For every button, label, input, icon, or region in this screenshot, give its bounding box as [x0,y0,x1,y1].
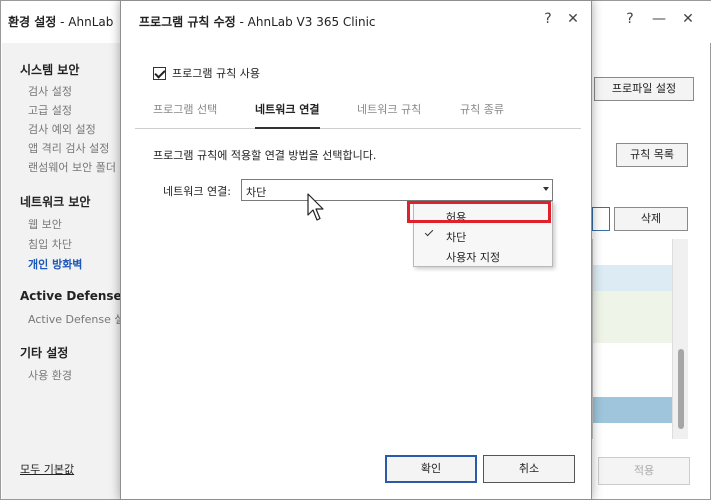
tab-rule-type[interactable]: 규칙 종류 [460,101,504,129]
apply-button[interactable]: 적용 [598,457,690,485]
tab-program-select[interactable]: 프로그램 선택 [153,101,217,129]
chevron-down-icon[interactable] [543,187,549,191]
sidebar-item-advanced-settings[interactable]: 고급 설정 [28,102,72,118]
sidebar-heading-active-defense: Active Defense [20,289,122,303]
dropdown-option-custom[interactable]: 사용자 지정 [414,245,552,265]
edit-program-rule-dialog: 프로그램 규칙 수정 - AhnLab V3 365 Clinic ? ✕ 프로… [120,0,592,500]
profile-settings-button[interactable]: 프로파일 설정 [594,77,694,101]
sidebar-item-personal-firewall[interactable]: 개인 방화벽 [28,256,82,272]
network-connection-select[interactable]: 차단 [241,179,553,201]
table-row[interactable] [593,317,673,343]
sidebar-heading-network-security: 네트워크 보안 [20,195,91,209]
help-icon[interactable]: ? [620,11,640,27]
sidebar-heading-other-settings: 기타 설정 [20,346,69,360]
table-row-selected[interactable] [593,397,673,423]
sidebar-item-scan-settings[interactable]: 검사 설정 [28,83,72,99]
annotation-highlight-box [407,201,551,223]
dialog-title: 프로그램 규칙 수정 - AhnLab V3 365 Clinic [139,15,376,29]
scrollbar-thumb[interactable] [678,349,684,429]
close-icon[interactable]: ✕ [564,11,582,27]
minimize-icon[interactable]: — [649,11,669,27]
rule-list[interactable] [592,239,673,439]
use-program-rule-checkbox[interactable] [153,66,166,80]
connection-description: 프로그램 규칙에 적용할 연결 방법을 선택합니다. [153,149,377,162]
table-row[interactable] [593,291,673,317]
help-icon[interactable]: ? [539,11,557,27]
dialog-tabs: 프로그램 선택 네트워크 연결 네트워크 규칙 규칙 종류 [135,101,581,129]
rule-list-scrollbar[interactable] [672,239,688,439]
checkmark-icon [424,229,434,239]
use-program-rule-label[interactable]: 프로그램 규칙 사용 [172,65,260,81]
sidebar-item-intrusion-block[interactable]: 침입 차단 [28,236,72,252]
tab-network-rule[interactable]: 네트워크 규칙 [357,101,421,129]
sidebar-item-web-security[interactable]: 웹 보안 [28,216,62,232]
settings-title: 환경 설정 - AhnLab [8,15,114,29]
sidebar-heading-system-security: 시스템 보안 [20,63,80,77]
network-connection-value: 차단 [246,186,267,199]
sidebar-item-environment[interactable]: 사용 환경 [28,367,72,383]
rule-list-button[interactable]: 규칙 목록 [616,143,688,167]
delete-button[interactable]: 삭제 [614,207,688,231]
dropdown-option-block[interactable]: 차단 [414,225,552,245]
reset-all-defaults-link[interactable]: 모두 기본값 [20,461,74,477]
cancel-button[interactable]: 취소 [483,455,575,483]
sidebar-item-scan-exceptions[interactable]: 검사 예외 설정 [28,121,96,137]
sidebar-item-ransomware-folder[interactable]: 랜섬웨어 보안 폴더 [28,159,116,175]
mouse-cursor-icon [307,193,324,221]
table-row[interactable] [593,265,673,291]
network-connection-label: 네트워크 연결: [163,185,231,198]
close-icon[interactable]: ✕ [678,11,698,27]
ok-button[interactable]: 확인 [385,455,477,483]
tab-network-connection[interactable]: 네트워크 연결 [255,101,320,129]
rule-search-input[interactable] [592,207,610,231]
sidebar-item-app-isolation[interactable]: 앱 격리 검사 설정 [28,140,109,156]
sidebar-item-active-defense-settings[interactable]: Active Defense 설정 [28,311,135,327]
settings-sidebar: 시스템 보안 검사 설정 고급 설정 검사 예외 설정 앱 격리 검사 설정 랜… [2,43,135,499]
use-program-rule-row[interactable]: 프로그램 규칙 사용 [153,65,260,81]
